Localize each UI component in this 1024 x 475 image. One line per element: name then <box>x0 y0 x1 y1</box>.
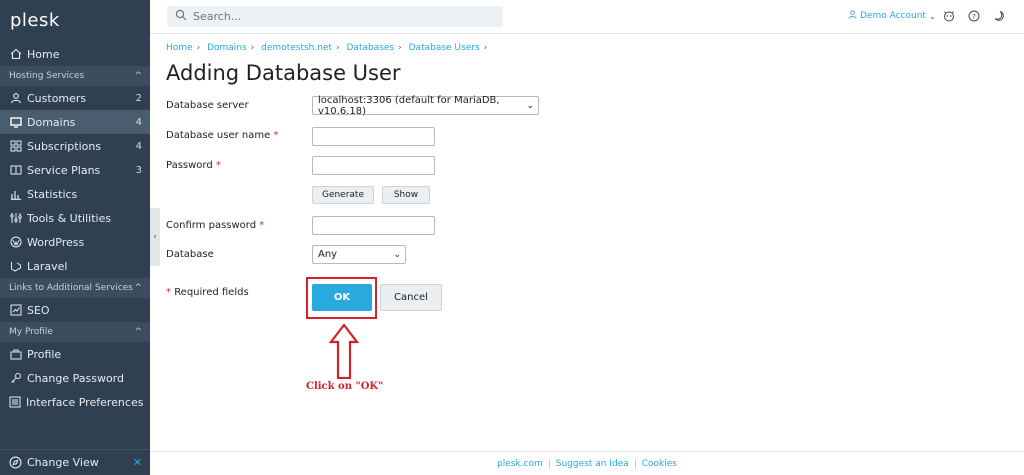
user-icon <box>848 10 860 22</box>
book-icon <box>9 164 22 177</box>
account-name: Demo Account <box>860 11 926 21</box>
required-mark: * <box>215 160 221 171</box>
compass-icon <box>9 456 22 469</box>
sidebar-item-seo[interactable]: SEO <box>0 298 150 322</box>
sidebar-item-subscriptions[interactable]: Subscriptions 4 <box>0 134 150 158</box>
footer: plesk.com Suggest an Idea Cookies <box>150 451 1024 475</box>
home-icon <box>9 48 22 61</box>
section-my-profile[interactable]: My Profile ^ <box>0 322 150 342</box>
chevron-right-icon: › <box>483 43 488 53</box>
breadcrumb-link[interactable]: Home <box>166 43 193 53</box>
plesk-logo[interactable]: plesk <box>0 0 150 42</box>
sidebar-item-change-password[interactable]: Change Password <box>0 366 150 390</box>
close-icon[interactable]: ✕ <box>133 456 142 469</box>
chevron-up-icon: ^ <box>134 71 142 81</box>
sidebar-collapse-handle[interactable]: ‹ <box>150 208 160 266</box>
breadcrumb-link[interactable]: Databases <box>347 43 395 53</box>
help-icon[interactable]: ? <box>968 10 980 22</box>
sidebar-item-service-plans[interactable]: Service Plans 3 <box>0 158 150 182</box>
monitor-icon <box>9 116 22 129</box>
confirm-password-label: Confirm password * <box>166 220 265 231</box>
sidebar-item-profile[interactable]: Profile <box>0 342 150 366</box>
up-arrow-annotation <box>329 324 359 379</box>
chevron-down-icon: ⌄ <box>393 249 401 260</box>
section-hosting-services[interactable]: Hosting Services ^ <box>0 66 150 86</box>
breadcrumb-link[interactable]: demotestsh.net <box>261 43 332 53</box>
chevron-down-icon: ⌄ <box>928 11 936 21</box>
count-badge: 2 <box>135 92 142 104</box>
search-box[interactable] <box>167 6 503 27</box>
confirm-password-input[interactable] <box>312 216 435 235</box>
sliders-icon <box>9 212 22 225</box>
chevron-right-icon: › <box>336 43 340 53</box>
breadcrumb-link[interactable]: Domains <box>207 43 247 53</box>
selected-value: Any <box>318 249 338 260</box>
main-content: Home › Domains › demotestsh.net › Databases… <box>166 34 1006 444</box>
divider <box>548 458 550 469</box>
sidebar-item-laravel[interactable]: Laravel <box>0 254 150 278</box>
sidebar: plesk Home Hosting Services ^ Customers … <box>0 0 150 475</box>
section-links-additional-services[interactable]: Links to Additional Services ^ <box>0 278 150 298</box>
username-input[interactable] <box>312 127 435 146</box>
bar-chart-icon <box>9 188 22 201</box>
trend-icon <box>9 304 22 317</box>
required-fields-note: * Required fields <box>166 287 249 298</box>
sidebar-item-domains[interactable]: Domains 4 <box>0 110 150 134</box>
sidebar-item-wordpress[interactable]: WordPress <box>0 230 150 254</box>
chevron-down-icon: ⌄ <box>526 100 534 111</box>
account-menu[interactable]: Demo Account ⌄ <box>848 10 936 22</box>
password-input[interactable] <box>312 156 435 175</box>
database-server-select[interactable]: localhost:3306 (default for MariaDB, v10… <box>312 94 539 117</box>
chevron-up-icon: ^ <box>134 327 142 337</box>
grid-icon <box>9 140 22 153</box>
count-badge: 4 <box>135 116 142 128</box>
search-icon <box>175 9 193 24</box>
ok-button[interactable]: OK <box>312 284 372 311</box>
cancel-button[interactable]: Cancel <box>380 284 442 311</box>
laravel-icon <box>9 260 22 273</box>
page-title: Adding Database User <box>166 61 401 85</box>
topbar: Demo Account ⌄ ? <box>150 0 1024 34</box>
sidebar-item-label: Home <box>27 47 60 61</box>
count-badge: 4 <box>135 140 142 152</box>
selected-value: localhost:3306 (default for MariaDB, v10… <box>318 94 500 117</box>
sidebar-item-interface-preferences[interactable]: Interface Preferences <box>0 390 150 414</box>
mascot-icon[interactable] <box>943 10 955 22</box>
sidebar-item-home[interactable]: Home <box>0 42 150 66</box>
svg-text:?: ? <box>972 13 976 21</box>
database-server-label: Database server <box>166 100 249 111</box>
key-icon <box>9 372 22 385</box>
footer-link-suggest[interactable]: Suggest an Idea <box>556 459 629 469</box>
username-label: Database user name * <box>166 130 279 141</box>
profile-icon <box>9 348 22 361</box>
user-icon <box>9 92 22 105</box>
required-mark: * <box>273 130 279 141</box>
password-label: Password * <box>166 160 221 171</box>
sidebar-item-statistics[interactable]: Statistics <box>0 182 150 206</box>
dark-mode-icon[interactable] <box>993 10 1005 22</box>
chevron-up-icon: ^ <box>134 283 142 293</box>
breadcrumb-link[interactable]: Database Users <box>409 43 480 53</box>
generate-button[interactable]: Generate <box>312 186 374 204</box>
chevron-right-icon: › <box>250 43 255 53</box>
change-view-item[interactable]: Change View ✕ <box>0 449 150 475</box>
database-label: Database <box>166 249 214 260</box>
footer-link-plesk[interactable]: plesk.com <box>497 459 543 469</box>
search-input[interactable] <box>193 10 483 23</box>
required-mark: * <box>259 220 265 231</box>
sidebar-item-customers[interactable]: Customers 2 <box>0 86 150 110</box>
sidebar-item-tools-utilities[interactable]: Tools & Utilities <box>0 206 150 230</box>
database-select[interactable]: Any ⌄ <box>312 245 406 264</box>
chevron-left-icon: ‹ <box>153 232 157 242</box>
show-password-button[interactable]: Show <box>382 186 430 204</box>
chevron-right-icon: › <box>196 43 201 53</box>
list-icon <box>9 396 21 409</box>
breadcrumb: Home › Domains › demotestsh.net › Databases… <box>166 43 491 53</box>
chevron-right-icon: › <box>398 43 402 53</box>
footer-link-cookies[interactable]: Cookies <box>642 459 677 469</box>
annotation-text: Click on "OK" <box>306 381 384 392</box>
divider <box>634 458 636 469</box>
count-badge: 3 <box>135 164 142 176</box>
wordpress-icon <box>9 236 22 249</box>
